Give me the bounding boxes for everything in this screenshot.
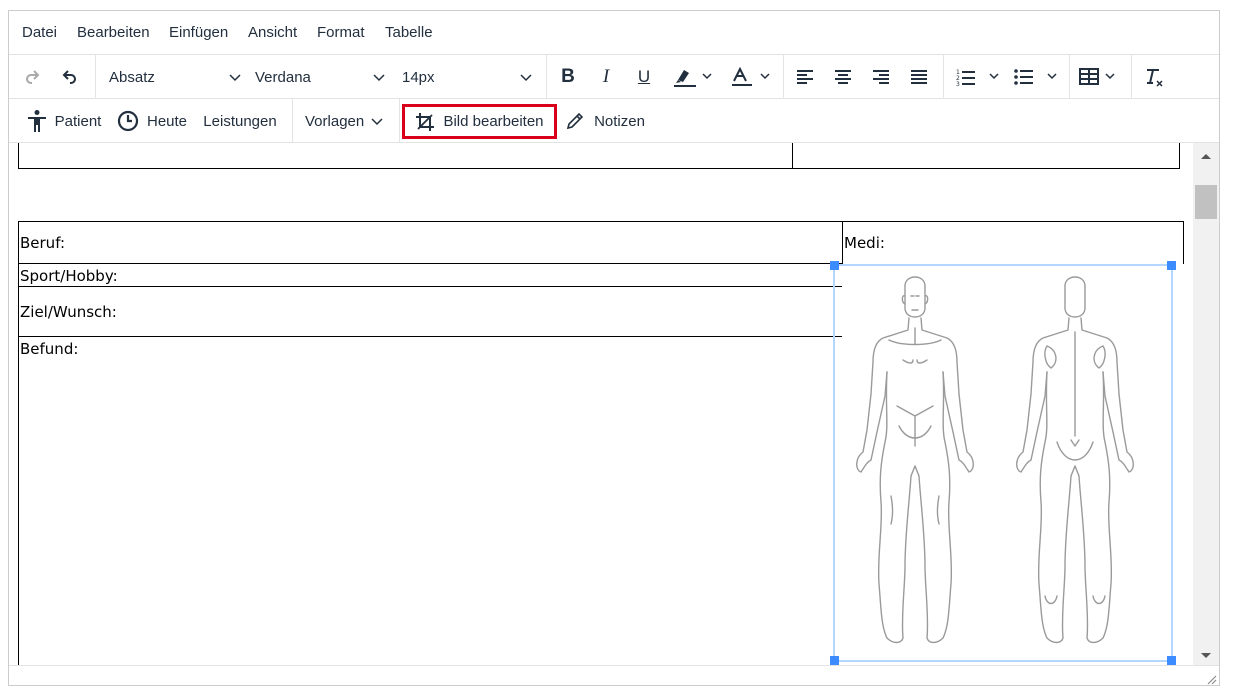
chevron-down-icon [373, 74, 385, 82]
sport-hobby-label: Sport/Hobby: [20, 267, 118, 285]
font-family-select[interactable]: Verdana [255, 61, 387, 93]
vorlagen-dropdown[interactable]: Vorlagen [303, 105, 393, 137]
align-right-icon[interactable] [869, 61, 893, 93]
heute-button[interactable]: Heute [113, 105, 191, 137]
text-color-icon[interactable] [727, 61, 777, 93]
underline-icon[interactable]: U [633, 61, 655, 93]
notizen-button[interactable]: Notizen [561, 105, 649, 137]
block-format-select[interactable]: Absatz [109, 61, 243, 93]
menu-bearbeiten[interactable]: Bearbeiten [77, 24, 150, 41]
align-center-icon[interactable] [831, 61, 855, 93]
resize-handle-nw[interactable] [830, 261, 839, 270]
undo-icon[interactable] [57, 61, 81, 93]
body-chart-image[interactable] [830, 261, 1176, 665]
formatting-toolbar: Absatz Verdana 14px B I U 1 2 3 [9, 55, 1219, 99]
editor: Datei Bearbeiten Einfügen Ansicht Format… [8, 10, 1220, 686]
heute-label: Heute [146, 112, 188, 130]
menu-einfuegen[interactable]: Einfügen [169, 24, 228, 41]
pencil-icon [566, 112, 584, 130]
italic-label: I [602, 66, 610, 87]
font-size-value: 14px [402, 68, 435, 86]
font-family-value: Verdana [255, 68, 311, 86]
block-format-value: Absatz [109, 68, 155, 86]
menu-tabelle[interactable]: Tabelle [385, 24, 433, 41]
highlight-icon[interactable] [669, 61, 719, 93]
chevron-down-icon [229, 74, 241, 82]
align-left-icon[interactable] [793, 61, 817, 93]
patient-label: Patient [54, 112, 102, 130]
resize-handle-se[interactable] [1167, 656, 1176, 665]
italic-icon[interactable]: I [595, 61, 617, 93]
resize-handle-ne[interactable] [1167, 261, 1176, 270]
scroll-up-icon[interactable] [1193, 147, 1219, 167]
clock-icon [117, 110, 139, 132]
font-size-select[interactable]: 14px [402, 61, 534, 93]
bullet-list-icon[interactable] [1011, 61, 1063, 93]
resize-grip-icon[interactable] [1205, 673, 1217, 685]
table-icon[interactable] [1077, 61, 1123, 93]
numbered-list-icon[interactable]: 123 [953, 61, 1005, 93]
patient-button[interactable]: Patient [17, 105, 109, 137]
svg-text:3: 3 [956, 81, 960, 88]
chevron-down-icon [520, 74, 532, 82]
bold-icon[interactable]: B [557, 61, 579, 93]
clear-format-icon[interactable] [1143, 61, 1167, 93]
scroll-down-icon[interactable] [1193, 645, 1219, 665]
chevron-down-icon [371, 118, 383, 126]
justify-icon[interactable] [907, 61, 931, 93]
menu-ansicht[interactable]: Ansicht [248, 24, 297, 41]
menu-format[interactable]: Format [317, 24, 365, 41]
redo-icon[interactable] [21, 61, 45, 93]
person-icon [27, 110, 46, 132]
menubar: Datei Bearbeiten Einfügen Ansicht Format… [9, 11, 1219, 55]
befund-label: Befund: [20, 340, 79, 358]
vertical-scrollbar[interactable] [1193, 143, 1219, 665]
medi-label: Medi: [844, 234, 885, 252]
status-bar [9, 665, 1219, 685]
bild-bearbeiten-button[interactable]: Bild bearbeiten [402, 104, 557, 139]
ziel-wunsch-label: Ziel/Wunsch: [20, 303, 117, 321]
document-area[interactable]: Beruf: Medi: Sport/Hobby: Ziel/Wunsch: B… [9, 143, 1193, 665]
vorlagen-label: Vorlagen [305, 112, 365, 130]
body-outline-image [856, 276, 1134, 644]
underline-label: U [637, 67, 651, 86]
bild-bearbeiten-label: Bild bearbeiten [443, 113, 544, 130]
custom-toolbar: Patient Heute Leistungen Vorlagen Bild b… [9, 99, 1219, 143]
crop-icon [416, 112, 435, 131]
scrollbar-thumb[interactable] [1195, 185, 1217, 219]
leistungen-label: Leistungen [203, 112, 277, 130]
resize-handle-sw[interactable] [830, 656, 839, 665]
notizen-label: Notizen [594, 112, 645, 130]
leistungen-button[interactable]: Leistungen [197, 105, 283, 137]
bold-label: B [561, 66, 575, 87]
menu-datei[interactable]: Datei [22, 24, 57, 41]
beruf-label: Beruf: [20, 234, 65, 252]
